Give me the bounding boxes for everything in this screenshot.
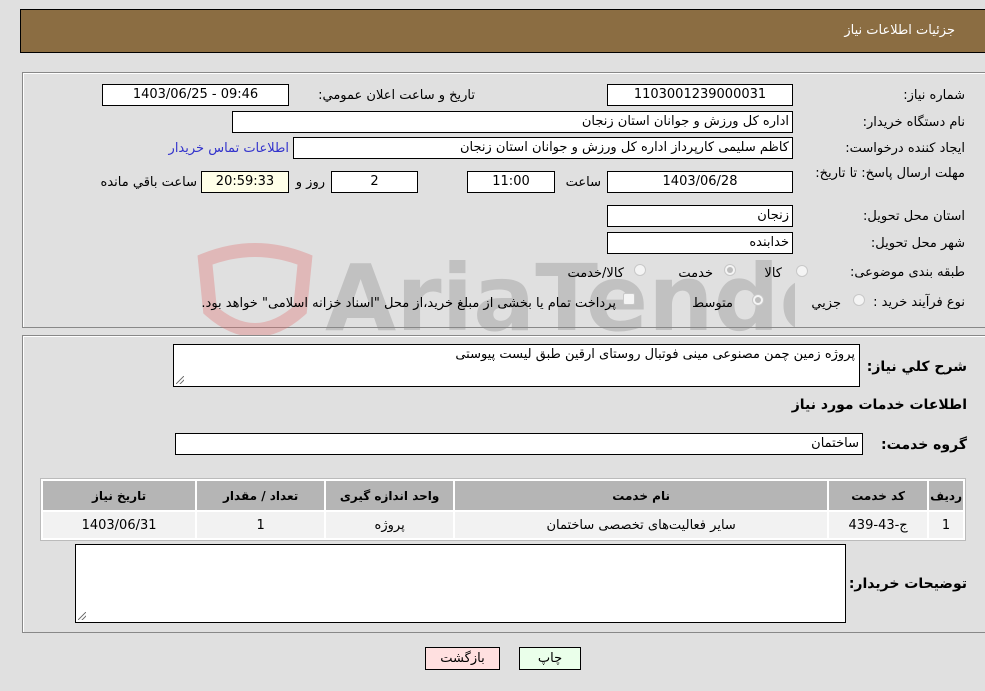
cell-quantity: 1 xyxy=(197,512,325,538)
days-remaining-field: 2 xyxy=(331,171,418,193)
category-option-service: خدمت xyxy=(678,266,713,281)
need-number-field: 1103001239000031 xyxy=(607,84,793,106)
buyer-org-field: اداره کل ورزش و جوانان استان زنجان xyxy=(232,111,793,133)
announce-datetime-label: تاریخ و ساعت اعلان عمومي: xyxy=(318,88,475,103)
purchase-type-option-medium: متوسط xyxy=(692,296,733,311)
page-title: جزئیات اطلاعات نیاز xyxy=(844,23,955,38)
buyer-org-label: نام دستگاه خریدار: xyxy=(862,115,965,130)
treasury-note: پرداخت تمام یا بخشی از مبلغ خرید،از محل … xyxy=(201,296,616,311)
delivery-province-field: زنجان xyxy=(607,205,793,227)
col-quantity: تعداد / مقدار xyxy=(197,481,325,510)
category-option-goods-service: کالا/خدمت xyxy=(567,266,624,281)
announce-datetime-field: 1403/06/25 - 09:46 xyxy=(102,84,289,106)
deadline-label: مهلت ارسال پاسخ: تا تاریخ: xyxy=(815,166,965,181)
delivery-province-label: استان محل تحویل: xyxy=(863,209,965,224)
table-row: 1 ج-43-439 سایر فعالیت‌های تخصصی ساختمان… xyxy=(43,512,963,538)
deadline-time-label: ساعت xyxy=(565,175,601,190)
cell-unit: پروژه xyxy=(326,512,454,538)
purchase-type-label: نوع فرآیند خرید : xyxy=(873,295,965,310)
delivery-city-field: خدابنده xyxy=(607,232,793,254)
services-section-title: اطلاعات خدمات مورد نیاز xyxy=(791,397,967,413)
buyer-notes-textarea[interactable] xyxy=(75,544,846,623)
summary-textarea[interactable]: پروژه زمین چمن مصنوعی مینی فوتبال روستای… xyxy=(173,344,860,387)
category-radio-goods[interactable] xyxy=(796,265,808,277)
service-group-label: گروه خدمت: xyxy=(881,437,967,453)
resize-grip-icon[interactable] xyxy=(176,376,184,384)
print-button[interactable]: چاپ xyxy=(519,647,581,670)
col-unit: واحد اندازه گیری xyxy=(326,481,454,510)
time-remaining-field: 20:59:33 xyxy=(201,171,289,193)
summary-label: شرح كلي نياز: xyxy=(866,359,967,375)
category-label: طبقه بندی موضوعی: xyxy=(849,265,965,280)
buyer-contact-link[interactable]: اطلاعات تماس خریدار xyxy=(169,141,289,156)
purchase-type-radio-medium[interactable] xyxy=(752,294,764,306)
purchase-type-radio-minor[interactable] xyxy=(853,294,865,306)
delivery-city-label: شهر محل تحویل: xyxy=(870,236,965,251)
time-remaining-label: ساعت باقي مانده xyxy=(100,175,197,190)
col-service-name: نام خدمت xyxy=(455,481,828,510)
back-button[interactable]: بازگشت xyxy=(425,647,500,670)
deadline-time-field: 11:00 xyxy=(467,171,555,193)
cell-row-number: 1 xyxy=(929,512,963,538)
cell-need-date: 1403/06/31 xyxy=(43,512,196,538)
cell-service-name: سایر فعالیت‌های تخصصی ساختمان xyxy=(455,512,828,538)
category-radio-goods-service[interactable] xyxy=(634,264,646,276)
purchase-type-option-minor: جزيي xyxy=(811,296,841,311)
page-header: جزئیات اطلاعات نیاز xyxy=(20,9,985,53)
table-header-row: ردیف کد خدمت نام خدمت واحد اندازه گیری ت… xyxy=(43,481,963,510)
category-radio-service[interactable] xyxy=(724,264,736,276)
days-label: روز و xyxy=(295,175,325,190)
service-group-field: ساختمان xyxy=(175,433,863,455)
requester-label: ایجاد کننده درخواست: xyxy=(845,141,965,156)
buyer-notes-label: توضیحات خریدار: xyxy=(848,576,967,592)
services-table: ردیف کد خدمت نام خدمت واحد اندازه گیری ت… xyxy=(40,478,966,541)
category-option-goods: کالا xyxy=(764,266,782,281)
need-number-label: شماره نیاز: xyxy=(903,88,965,103)
cell-service-code: ج-43-439 xyxy=(829,512,928,538)
col-row-number: ردیف xyxy=(929,481,963,510)
requester-field: کاظم سلیمی کارپرداز اداره کل ورزش و جوان… xyxy=(293,137,793,159)
deadline-date-field: 1403/06/28 xyxy=(607,171,793,193)
col-need-date: تاریخ نیاز xyxy=(43,481,196,510)
summary-text: پروژه زمین چمن مصنوعی مینی فوتبال روستای… xyxy=(455,347,855,362)
col-service-code: کد خدمت xyxy=(829,481,928,510)
treasury-checkbox[interactable] xyxy=(623,293,635,305)
resize-grip-icon[interactable] xyxy=(78,612,86,620)
